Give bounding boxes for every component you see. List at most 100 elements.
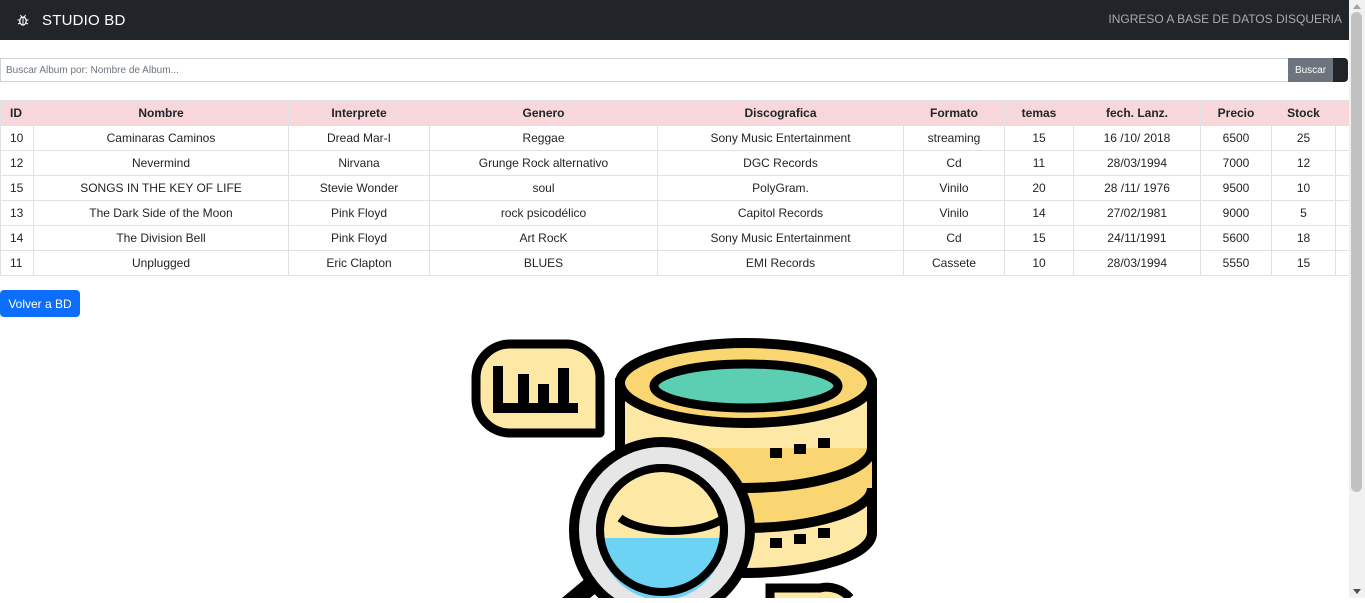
nav-link-ingreso[interactable]: INGRESO A BASE DE DATOS DISQUERIA xyxy=(1108,12,1342,26)
cell-discografica: Sony Music Entertainment xyxy=(657,225,904,251)
bug-icon xyxy=(16,13,30,27)
cell-precio: 6500 xyxy=(1200,125,1272,151)
cell-precio: 9500 xyxy=(1200,175,1272,201)
column-header-discografica: Discografica xyxy=(657,100,904,126)
search-form: Buscar xyxy=(0,58,1349,82)
cell-id: 12 xyxy=(0,150,34,176)
cell-interprete: Eric Clapton xyxy=(288,250,430,276)
cell-extra xyxy=(1335,225,1350,251)
cell-temas: 11 xyxy=(1004,150,1074,176)
table-row: 12 Nevermind Nirvana Grunge Rock alterna… xyxy=(0,150,1350,176)
cell-fecha: 28/03/1994 xyxy=(1073,150,1201,176)
cell-stock: 15 xyxy=(1271,250,1336,276)
table-row: 15 SONGS IN THE KEY OF LIFE Stevie Wonde… xyxy=(0,175,1350,201)
scrollbar-thumb[interactable] xyxy=(1351,12,1362,492)
cell-fecha: 28 /11/ 1976 xyxy=(1073,175,1201,201)
table-row: 14 The Division Bell Pink Floyd Art RocK… xyxy=(0,225,1350,251)
search-button-edge xyxy=(1333,58,1348,82)
cell-id: 13 xyxy=(0,200,34,226)
cell-extra xyxy=(1335,125,1350,151)
cell-nombre: The Division Bell xyxy=(33,225,289,251)
cell-nombre: Caminaras Caminos xyxy=(33,125,289,151)
column-header-stock: Stock xyxy=(1271,100,1336,126)
cell-genero: BLUES xyxy=(429,250,658,276)
cell-id: 14 xyxy=(0,225,34,251)
cell-interprete: Nirvana xyxy=(288,150,430,176)
cell-precio: 9000 xyxy=(1200,200,1272,226)
cell-interprete: Pink Floyd xyxy=(288,225,430,251)
cell-temas: 14 xyxy=(1004,200,1074,226)
column-header-precio: Precio xyxy=(1200,100,1272,126)
column-header-temas: temas xyxy=(1004,100,1074,126)
cell-temas: 15 xyxy=(1004,225,1074,251)
cell-id: 15 xyxy=(0,175,34,201)
albums-table: ID Nombre Interprete Genero Discografica… xyxy=(0,100,1350,276)
cell-interprete: Pink Floyd xyxy=(288,200,430,226)
cell-genero: Art RocK xyxy=(429,225,658,251)
cell-fecha: 16 /10/ 2018 xyxy=(1073,125,1201,151)
cell-stock: 5 xyxy=(1271,200,1336,226)
cell-stock: 10 xyxy=(1271,175,1336,201)
cell-interprete: Dread Mar-I xyxy=(288,125,430,151)
cell-extra xyxy=(1335,175,1350,201)
cell-genero: rock psicodélico xyxy=(429,200,658,226)
cell-formato: Vinilo xyxy=(903,175,1005,201)
cell-formato: Cassete xyxy=(903,250,1005,276)
cell-formato: Cd xyxy=(903,225,1005,251)
column-header-nombre: Nombre xyxy=(33,100,289,126)
cell-formato: streaming xyxy=(903,125,1005,151)
cell-stock: 25 xyxy=(1271,125,1336,151)
brand-name: STUDIO BD xyxy=(42,11,126,29)
cell-extra xyxy=(1335,150,1350,176)
column-header-interprete: Interprete xyxy=(288,100,430,126)
cell-fecha: 28/03/1994 xyxy=(1073,250,1201,276)
cell-id: 11 xyxy=(0,250,34,276)
column-header-formato: Formato xyxy=(903,100,1005,126)
column-header-id: ID xyxy=(0,100,34,126)
cell-discografica: Sony Music Entertainment xyxy=(657,125,904,151)
back-button[interactable]: Volver a BD xyxy=(0,290,80,317)
table-row: 11 Unplugged Eric Clapton BLUES EMI Reco… xyxy=(0,250,1350,276)
table-row: 13 The Dark Side of the Moon Pink Floyd … xyxy=(0,200,1350,226)
cell-nombre: SONGS IN THE KEY OF LIFE xyxy=(33,175,289,201)
cell-precio: 5550 xyxy=(1200,250,1272,276)
cell-temas: 10 xyxy=(1004,250,1074,276)
cell-genero: Grunge Rock alternativo xyxy=(429,150,658,176)
navbar: STUDIO BD INGRESO A BASE DE DATOS DISQUE… xyxy=(0,0,1349,40)
vertical-scrollbar[interactable] xyxy=(1349,0,1365,598)
table-header-row: ID Nombre Interprete Genero Discografica… xyxy=(0,100,1350,126)
cell-formato: Cd xyxy=(903,150,1005,176)
cell-discografica: Capitol Records xyxy=(657,200,904,226)
search-input[interactable] xyxy=(0,58,1288,82)
cell-discografica: PolyGram. xyxy=(657,175,904,201)
cell-discografica: DGC Records xyxy=(657,150,904,176)
brand-link[interactable]: STUDIO BD xyxy=(16,0,125,40)
scroll-up-arrow-icon[interactable] xyxy=(1353,4,1361,9)
cell-stock: 12 xyxy=(1271,150,1336,176)
cell-extra xyxy=(1335,200,1350,226)
database-search-icon xyxy=(470,338,880,603)
cell-discografica: EMI Records xyxy=(657,250,904,276)
table-row: 10 Caminaras Caminos Dread Mar-I Reggae … xyxy=(0,125,1350,151)
cell-genero: soul xyxy=(429,175,658,201)
search-button[interactable]: Buscar xyxy=(1288,58,1333,82)
column-header-genero: Genero xyxy=(429,100,658,126)
cell-interprete: Stevie Wonder xyxy=(288,175,430,201)
cell-precio: 5600 xyxy=(1200,225,1272,251)
cell-nombre: Nevermind xyxy=(33,150,289,176)
cell-precio: 7000 xyxy=(1200,150,1272,176)
scroll-down-arrow-icon[interactable] xyxy=(1353,589,1361,594)
cell-genero: Reggae xyxy=(429,125,658,151)
cell-fecha: 27/02/1981 xyxy=(1073,200,1201,226)
cell-fecha: 24/11/1991 xyxy=(1073,225,1201,251)
column-header-fecha: fech. Lanz. xyxy=(1073,100,1201,126)
cell-temas: 20 xyxy=(1004,175,1074,201)
cell-extra xyxy=(1335,250,1350,276)
cell-nombre: Unplugged xyxy=(33,250,289,276)
cell-temas: 15 xyxy=(1004,125,1074,151)
column-header-extra xyxy=(1335,100,1350,126)
cell-id: 10 xyxy=(0,125,34,151)
cell-stock: 18 xyxy=(1271,225,1336,251)
cell-formato: Vinilo xyxy=(903,200,1005,226)
cell-nombre: The Dark Side of the Moon xyxy=(33,200,289,226)
